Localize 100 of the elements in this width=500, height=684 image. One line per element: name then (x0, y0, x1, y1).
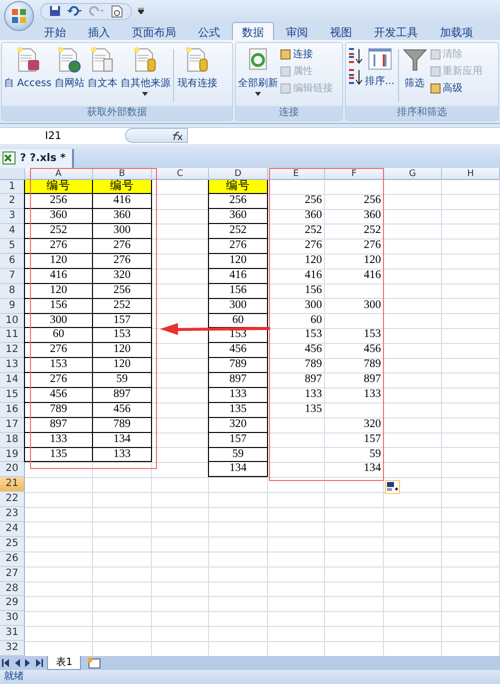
table-cell-text: 416 (304, 268, 323, 283)
ribbon-tab[interactable]: 开始 (34, 22, 76, 40)
table-cell-text: 252 (304, 224, 323, 238)
small-command-icon (280, 48, 291, 60)
ribbon-button[interactable]: 筛选 (400, 45, 429, 91)
table-cell: 789 (208, 358, 268, 374)
spreadsheet-icon (2, 151, 16, 165)
row-header[interactable]: 9 (0, 298, 25, 314)
column-header[interactable]: D (209, 168, 268, 180)
table-cell: 300 (24, 314, 93, 328)
row-header[interactable]: 7 (0, 268, 25, 284)
table-cell: 320 (208, 418, 268, 433)
row-header[interactable]: 10 (0, 314, 25, 328)
row-header[interactable]: 14 (0, 373, 25, 388)
ribbon-tab[interactable]: 页面布局 (122, 22, 186, 40)
clipboard-icon (387, 482, 398, 492)
table-cell-text: 456 (362, 343, 382, 358)
sort-ascending-icon[interactable] (347, 47, 363, 65)
row-header[interactable]: 22 (0, 492, 25, 508)
row-header[interactable]: 3 (0, 209, 25, 224)
table-cell: 300 (208, 298, 268, 314)
ribbon-command[interactable]: 连接 (280, 47, 333, 61)
row-header[interactable]: 28 (0, 582, 25, 596)
row-header[interactable]: 2 (0, 194, 25, 210)
insert-sheet-icon[interactable] (85, 656, 104, 670)
ribbon-command[interactable]: 高级 (430, 81, 483, 95)
ribbon-button[interactable]: 排序... (364, 45, 396, 89)
table-cell: 789 (92, 418, 152, 433)
row-header[interactable]: 31 (0, 626, 25, 642)
small-command-icon (430, 66, 441, 76)
group-title: 连接 (236, 106, 342, 120)
ribbon-tab[interactable]: 开发工具 (364, 22, 428, 40)
row-header[interactable]: 26 (0, 552, 25, 567)
ribbon-tab[interactable]: 审阅 (276, 22, 318, 40)
undo-icon[interactable] (67, 5, 83, 17)
ribbon-button[interactable]: 全部刷新 (237, 45, 279, 97)
table-cell-text: 789 (304, 358, 323, 372)
sheet-tab[interactable]: 表1 (47, 656, 82, 670)
row-header[interactable]: 4 (0, 224, 25, 240)
row-header[interactable]: 11 (0, 328, 25, 344)
table-cell: 300 (92, 224, 152, 240)
row-header[interactable]: 1 (0, 180, 25, 194)
sort-descending-icon[interactable] (347, 68, 363, 86)
ribbon-tab[interactable]: 插入 (78, 22, 120, 40)
row-header[interactable]: 5 (0, 239, 25, 254)
table-cell: 276 (208, 239, 268, 254)
column-header[interactable]: G (384, 168, 442, 180)
column-header[interactable]: H (442, 168, 500, 180)
name-box[interactable]: I21 (0, 130, 125, 142)
row-header[interactable]: 16 (0, 402, 25, 418)
document-icon (14, 46, 41, 74)
header-cell: 编号 (92, 180, 152, 194)
ribbon-button[interactable]: 现有连接 (176, 45, 218, 91)
row-header[interactable]: 24 (0, 522, 25, 537)
customize-caret-icon[interactable] (138, 8, 144, 14)
paste-options-button[interactable] (385, 480, 400, 494)
ribbon-tab[interactable]: 加载项 (430, 22, 483, 40)
table-cell-text: 252 (362, 224, 382, 238)
ribbon-button[interactable]: 自其他来源 (119, 45, 172, 97)
row-header[interactable]: 20 (0, 462, 25, 478)
sort-icon (366, 46, 393, 72)
office-button[interactable] (4, 1, 34, 31)
table-cell-text: 360 (304, 209, 323, 224)
row-header[interactable]: 13 (0, 358, 25, 374)
ribbon-button[interactable]: 自网站 (53, 45, 86, 91)
table-cell: 416 (24, 268, 93, 284)
row-header[interactable]: 18 (0, 432, 25, 448)
row-header[interactable]: 12 (0, 343, 25, 358)
ribbon-tab[interactable]: 视图 (320, 22, 362, 40)
row-header[interactable]: 17 (0, 418, 25, 433)
row-header[interactable]: 23 (0, 507, 25, 522)
prev-sheet-icon[interactable] (13, 659, 21, 667)
next-sheet-icon[interactable] (24, 659, 32, 667)
table-cell-text: 157 (362, 432, 382, 447)
save-icon[interactable] (49, 5, 61, 17)
row-header[interactable]: 8 (0, 284, 25, 299)
table-cell: 120 (24, 254, 93, 269)
table-cell: 156 (208, 284, 268, 299)
row-header[interactable]: 32 (0, 641, 25, 656)
row-header[interactable]: 30 (0, 611, 25, 626)
row-header[interactable]: 27 (0, 566, 25, 582)
table-cell-text: 153 (362, 328, 382, 342)
table-cell: 153 (24, 358, 93, 374)
ribbon-tab[interactable]: 数据 (232, 22, 274, 40)
workbook-tab[interactable]: ? ?.xls * (0, 148, 74, 168)
last-sheet-icon[interactable] (35, 659, 43, 667)
table-cell: 276 (24, 343, 93, 358)
row-header[interactable]: 15 (0, 388, 25, 403)
ribbon-button[interactable]: 自文本 (86, 45, 118, 91)
ribbon-tab[interactable]: 公式 (188, 22, 230, 40)
small-command-icon (280, 66, 291, 76)
insert-function-button[interactable] (125, 128, 188, 144)
row-header[interactable]: 25 (0, 536, 25, 552)
row-header[interactable]: 21 (0, 477, 25, 492)
ribbon-button[interactable]: 自 Access (3, 45, 52, 91)
first-sheet-icon[interactable] (2, 659, 10, 667)
row-header[interactable]: 19 (0, 448, 25, 462)
row-header[interactable]: 29 (0, 596, 25, 612)
row-header[interactable]: 6 (0, 254, 25, 269)
print-preview-icon[interactable] (111, 4, 123, 18)
